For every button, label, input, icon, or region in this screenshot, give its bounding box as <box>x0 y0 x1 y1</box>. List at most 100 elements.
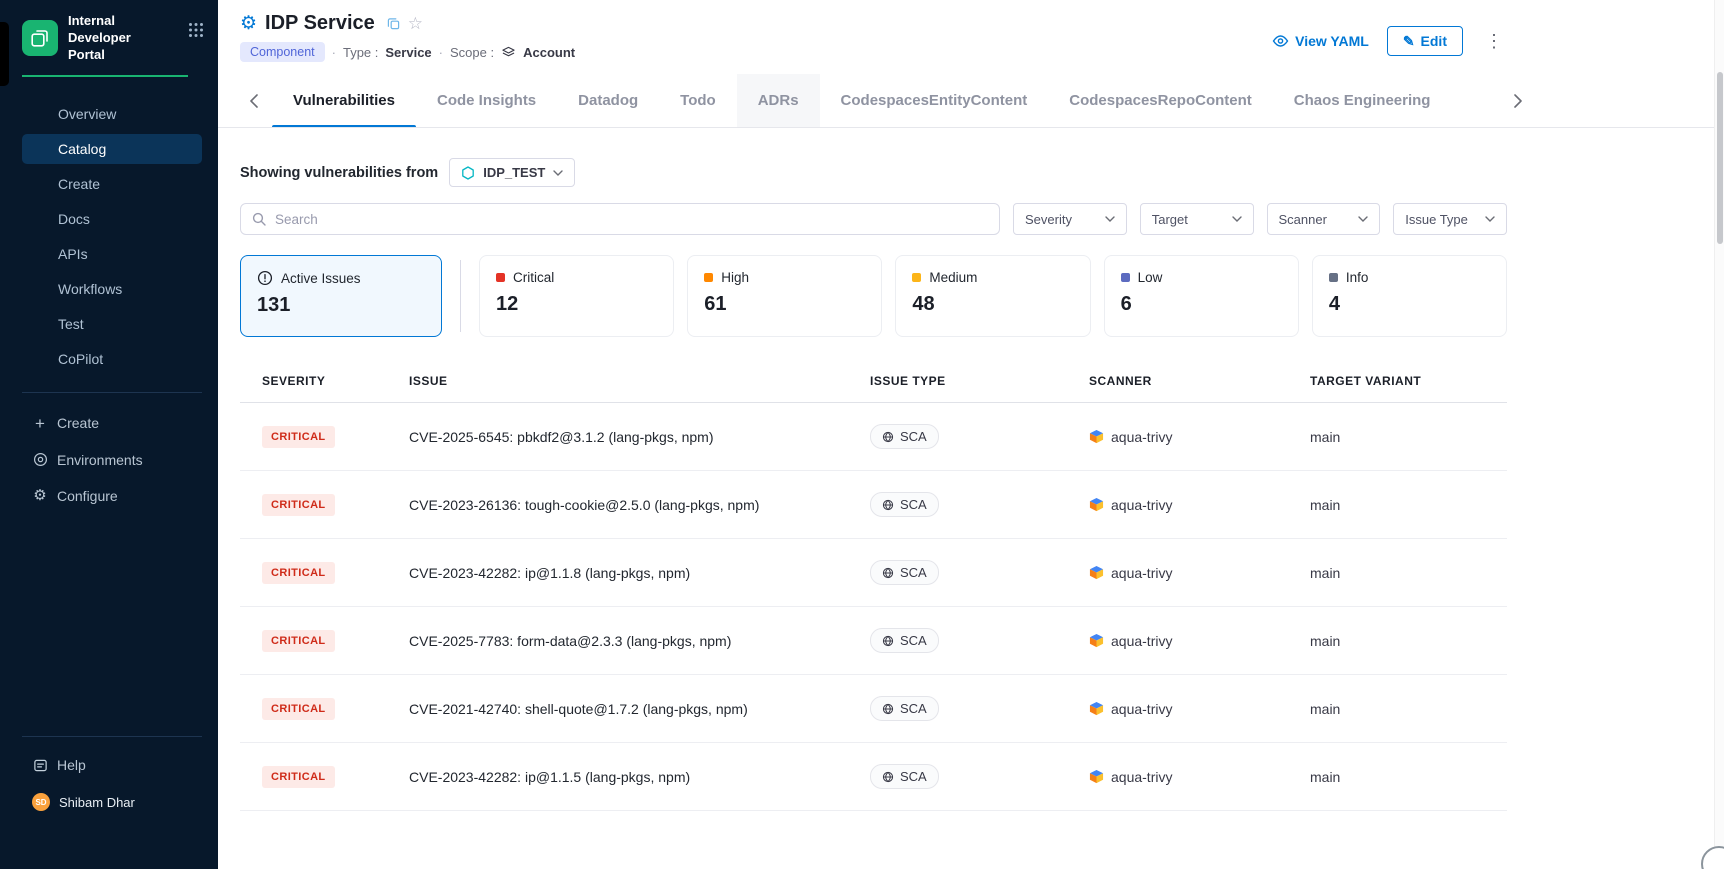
low-count-card[interactable]: Low 6 <box>1104 255 1299 337</box>
tab-chaos-engineering[interactable]: Chaos Engineering <box>1273 74 1452 127</box>
view-yaml-link[interactable]: View YAML <box>1272 33 1369 49</box>
sidebar-item-test[interactable]: Test <box>22 309 202 339</box>
entity-meta-row: Component · Type : Service · Scope : Acc… <box>240 42 575 62</box>
sidebar-item-docs[interactable]: Docs <box>22 204 202 234</box>
issue-type-filter-label: Issue Type <box>1405 212 1468 227</box>
high-label: High <box>721 270 749 285</box>
medium-count-card[interactable]: Medium 48 <box>895 255 1090 337</box>
table-header-row: SEVERITY ISSUE ISSUE TYPE SCANNER TARGET… <box>240 359 1507 403</box>
severity-badge: CRITICAL <box>262 766 335 788</box>
sidebar-nav: Overview Catalog Create Docs APIs Workfl… <box>0 99 218 374</box>
sidebar-item-label: Environments <box>57 452 143 468</box>
tabs-scroll-left-icon[interactable] <box>248 74 260 127</box>
scanner-label: aqua-trivy <box>1111 769 1172 785</box>
search-input[interactable] <box>275 212 988 227</box>
sidebar-item-apis[interactable]: APIs <box>22 239 202 269</box>
issue-type-label: SCA <box>900 633 927 648</box>
high-count-card[interactable]: High 61 <box>687 255 882 337</box>
tab-vulnerabilities[interactable]: Vulnerabilities <box>272 74 416 127</box>
header-actions: View YAML ✎ Edit ⋮ <box>1272 26 1507 56</box>
sidebar-item-create-new[interactable]: + Create <box>22 407 202 440</box>
table-row[interactable]: CRITICAL CVE-2021-42740: shell-quote@1.7… <box>240 675 1507 743</box>
scrollbar-thumb[interactable] <box>1717 72 1723 244</box>
project-hexagon-icon <box>461 166 475 180</box>
pencil-icon: ✎ <box>1403 34 1415 48</box>
issue-type-cell: SCA <box>870 424 1089 449</box>
scanner-cell: aqua-trivy <box>1089 633 1310 649</box>
sidebar-accent-line <box>22 75 188 77</box>
sidebar-item-label: Help <box>57 757 86 773</box>
sidebar-item-overview[interactable]: Overview <box>22 99 202 129</box>
target-filter[interactable]: Target <box>1140 203 1254 235</box>
sidebar: Internal Developer Portal Overview Catal… <box>0 0 218 869</box>
table-row[interactable]: CRITICAL CVE-2023-42282: ip@1.1.5 (lang-… <box>240 743 1507 811</box>
medium-count: 48 <box>912 293 1073 316</box>
scanner-filter[interactable]: Scanner <box>1267 203 1381 235</box>
star-icon[interactable]: ☆ <box>408 15 423 32</box>
scanner-filter-label: Scanner <box>1279 212 1327 227</box>
sidebar-item-configure[interactable]: ⚙ Configure <box>22 480 202 512</box>
info-count: 4 <box>1329 293 1490 316</box>
info-bullet <box>1329 273 1338 282</box>
info-label: Info <box>1346 270 1369 285</box>
project-select-value: IDP_TEST <box>483 165 545 180</box>
issue-type-filter[interactable]: Issue Type <box>1393 203 1507 235</box>
target-variant-cell: main <box>1310 701 1507 717</box>
apps-grid-icon[interactable] <box>188 22 204 43</box>
tab-datadog[interactable]: Datadog <box>557 74 659 127</box>
sca-icon <box>882 771 894 783</box>
sidebar-item-environments[interactable]: Environments <box>22 444 202 476</box>
sidebar-divider <box>22 736 202 737</box>
severity-filter-label: Severity <box>1025 212 1072 227</box>
table-row[interactable]: CRITICAL CVE-2025-7783: form-data@2.3.3 … <box>240 607 1507 675</box>
table-row[interactable]: CRITICAL CVE-2023-42282: ip@1.1.8 (lang-… <box>240 539 1507 607</box>
copy-icon[interactable] <box>387 17 400 30</box>
tab-todo[interactable]: Todo <box>659 74 737 127</box>
low-count: 6 <box>1121 293 1282 316</box>
edit-button[interactable]: ✎ Edit <box>1387 26 1463 56</box>
page-header: ⚙ IDP Service ☆ Component · Type : Servi… <box>240 12 1507 62</box>
kebab-menu-icon[interactable]: ⋮ <box>1481 32 1507 50</box>
table-row[interactable]: CRITICAL CVE-2025-6545: pbkdf2@3.1.2 (la… <box>240 403 1507 471</box>
tabs-scroll-right-icon[interactable] <box>1512 74 1524 127</box>
tab-codespaces-repo-content[interactable]: CodespacesRepoContent <box>1048 74 1273 127</box>
table-row[interactable]: CRITICAL CVE-2023-26136: tough-cookie@2.… <box>240 471 1507 539</box>
scanner-label: aqua-trivy <box>1111 497 1172 513</box>
critical-count-card[interactable]: Critical 12 <box>479 255 674 337</box>
entity-title-block: ⚙ IDP Service ☆ Component · Type : Servi… <box>240 12 575 62</box>
sidebar-item-help[interactable]: Help <box>22 749 202 781</box>
sidebar-item-copilot[interactable]: CoPilot <box>22 344 202 374</box>
vertical-scrollbar[interactable] <box>1714 0 1724 869</box>
scanner-cell: aqua-trivy <box>1089 497 1310 513</box>
aqua-trivy-icon <box>1089 769 1104 784</box>
issue-type-label: SCA <box>900 497 927 512</box>
component-badge: Component <box>240 42 325 62</box>
info-count-card[interactable]: Info 4 <box>1312 255 1507 337</box>
sidebar-item-label: Configure <box>57 488 118 504</box>
sidebar-secondary-nav: + Create Environments ⚙ Configure <box>0 407 218 512</box>
issue-type-cell: SCA <box>870 628 1089 653</box>
window-edge-notch <box>0 22 9 86</box>
active-issues-label: Active Issues <box>281 271 361 286</box>
active-issues-card[interactable]: Active Issues 131 <box>240 255 442 337</box>
issue-type-label: SCA <box>900 429 927 444</box>
user-menu[interactable]: SD Shibam Dhar <box>0 781 218 811</box>
entity-settings-icon[interactable]: ⚙ <box>240 14 257 33</box>
chevron-down-icon <box>1358 216 1368 222</box>
project-select[interactable]: IDP_TEST <box>449 158 575 187</box>
tab-codespaces-entity-content[interactable]: CodespacesEntityContent <box>820 74 1049 127</box>
tab-code-insights[interactable]: Code Insights <box>416 74 557 127</box>
sidebar-item-catalog[interactable]: Catalog <box>22 134 202 164</box>
search-input-wrapper <box>240 203 1000 235</box>
severity-filter[interactable]: Severity <box>1013 203 1127 235</box>
app-logo[interactable]: Internal Developer Portal <box>22 13 162 64</box>
search-icon <box>252 212 266 226</box>
sidebar-item-workflows[interactable]: Workflows <box>22 274 202 304</box>
active-issues-count: 131 <box>257 294 425 317</box>
sidebar-item-create[interactable]: Create <box>22 169 202 199</box>
chevron-down-icon <box>553 170 563 176</box>
issue-cell: CVE-2023-42282: ip@1.1.5 (lang-pkgs, npm… <box>409 769 870 785</box>
tab-adrs[interactable]: ADRs <box>737 74 820 127</box>
support-widget[interactable] <box>1701 846 1724 869</box>
severity-cell: CRITICAL <box>262 426 409 448</box>
